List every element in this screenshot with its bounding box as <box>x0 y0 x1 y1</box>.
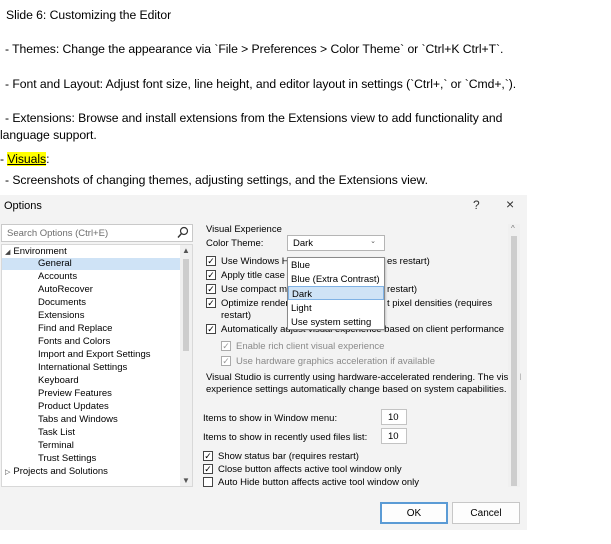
opt-title-case-label: Apply title case s <box>221 270 293 281</box>
opt-optimize-tail: t pixel densities (requires <box>387 298 493 309</box>
color-theme-select[interactable]: Dark ⌄ <box>287 235 385 251</box>
color-theme-dropdown: Blue Blue (Extra Contrast) Dark Light Us… <box>287 257 385 330</box>
tree-item-trust-settings[interactable]: Trust Settings <box>2 453 96 465</box>
chevron-down-icon: ⌄ <box>370 238 376 245</box>
cancel-button[interactable]: Cancel <box>452 502 520 524</box>
help-button[interactable]: ? <box>473 198 480 212</box>
scroll-down-icon[interactable]: ▼ <box>182 476 190 485</box>
tree-item-product-updates[interactable]: Product Updates <box>2 401 109 413</box>
tree-scroll-thumb[interactable] <box>183 259 189 351</box>
visuals-heading: - Visuals: <box>0 152 49 166</box>
info-line1: Visual Studio is currently using hardwar… <box>206 372 521 383</box>
opt-optimize-line2: restart) <box>221 310 252 321</box>
search-placeholder: Search Options (Ctrl+E) <box>7 228 109 239</box>
expand-triangle-icon: ◢ <box>5 249 11 256</box>
opt-close-button-label: Close button affects active tool window … <box>218 464 402 475</box>
settings-scrollbar[interactable]: ^ <box>508 224 520 487</box>
tree-item-environment[interactable]: ◢ Environment <box>2 246 67 258</box>
checkbox-auto-adjust[interactable]: ✓ <box>206 324 216 334</box>
checkbox-rich-client[interactable]: ✓ <box>221 341 231 351</box>
checkbox-auto-hide[interactable] <box>203 477 213 487</box>
tree-item-accounts[interactable]: Accounts <box>2 271 77 283</box>
opt-optimize-label: Optimize renderi <box>221 298 291 309</box>
opt-status-bar-label: Show status bar (requires restart) <box>218 451 359 462</box>
opt-compact-tail: restart) <box>387 284 418 295</box>
opt-auto-hide-label: Auto Hide button affects active tool win… <box>218 477 420 487</box>
tree-scrollbar[interactable]: ▲ ▼ <box>180 245 192 486</box>
checkbox-windows-high-contrast[interactable]: ✓ <box>206 256 216 266</box>
tree-item-import-export[interactable]: Import and Export Settings <box>2 349 150 361</box>
bullet-font-layout: - Font and Layout: Adjust font size, lin… <box>5 77 517 91</box>
checkbox-title-case[interactable]: ✓ <box>206 270 216 280</box>
tree-item-international[interactable]: International Settings <box>2 362 127 374</box>
theme-option-blue-extra-contrast[interactable]: Blue (Extra Contrast) <box>288 272 384 286</box>
options-dialog: Options ? × Search Options (Ctrl+E) ◢ Env… <box>0 195 527 530</box>
theme-option-light[interactable]: Light <box>288 301 384 315</box>
tree-item-task-list[interactable]: Task List <box>2 427 75 439</box>
ok-button[interactable]: OK <box>380 502 448 524</box>
search-options-input[interactable]: Search Options (Ctrl+E) <box>1 224 193 242</box>
tree-item-tabs-windows[interactable]: Tabs and Windows <box>2 414 118 426</box>
settings-scroll-thumb[interactable] <box>511 236 517 486</box>
opt-compact-label: Use compact me <box>221 284 293 295</box>
close-icon[interactable]: × <box>506 196 514 212</box>
tree-item-keyboard[interactable]: Keyboard <box>2 375 79 387</box>
scroll-up-icon[interactable]: ^ <box>511 224 515 233</box>
bullet-themes: - Themes: Change the appearance via `Fil… <box>5 42 504 56</box>
checkbox-close-button[interactable]: ✓ <box>203 464 213 474</box>
search-icon <box>177 226 189 242</box>
theme-option-system[interactable]: Use system setting <box>288 315 384 329</box>
dialog-title: Options <box>4 200 42 212</box>
tree-item-terminal[interactable]: Terminal <box>2 440 74 452</box>
color-theme-label: Color Theme: <box>206 238 264 249</box>
opt-windows-label: Use Windows Hig <box>221 256 296 267</box>
dialog-titlebar: Options ? × <box>0 195 527 217</box>
opt-hw-label: Use hardware graphics acceleration if av… <box>236 356 436 367</box>
tree-item-autorecover[interactable]: AutoRecover <box>2 284 93 296</box>
theme-option-dark[interactable]: Dark <box>288 286 384 300</box>
tree-item-documents[interactable]: Documents <box>2 297 86 309</box>
tree-item-general[interactable]: General <box>2 258 180 270</box>
tree-item-preview-features[interactable]: Preview Features <box>2 388 112 400</box>
visuals-highlight: Visuals <box>7 152 47 166</box>
bullet-extensions-line2: language support. <box>0 128 97 142</box>
visuals-suffix: : <box>46 152 50 166</box>
checkbox-status-bar[interactable]: ✓ <box>203 451 213 461</box>
tree-item-extensions[interactable]: Extensions <box>2 310 84 322</box>
checkbox-hardware-accel[interactable]: ✓ <box>221 356 231 366</box>
scroll-up-icon[interactable]: ▲ <box>182 246 190 255</box>
color-theme-value: Dark <box>293 238 314 249</box>
bullet-extensions-line1: - Extensions: Browse and install extensi… <box>5 111 503 125</box>
tree-item-fonts-colors[interactable]: Fonts and Colors <box>2 336 110 348</box>
slide-title: Slide 6: Customizing the Editor <box>6 8 172 22</box>
checkbox-compact-menu[interactable]: ✓ <box>206 284 216 294</box>
window-menu-label: Items to show in Window menu: <box>203 413 338 424</box>
opt-rich-label: Enable rich client visual experience <box>236 341 385 352</box>
recent-files-input[interactable]: 10 <box>381 428 407 444</box>
tree-item-projects-solutions[interactable]: ▷ Projects and Solutions <box>2 466 108 478</box>
info-line2: experience settings automatically change… <box>206 384 507 395</box>
options-tree: ◢ Environment General Accounts AutoRecove… <box>1 244 193 487</box>
bullet-screenshots: - Screenshots of changing themes, adjust… <box>5 173 428 187</box>
recent-files-label: Items to show in recently used files lis… <box>203 432 368 443</box>
theme-option-blue[interactable]: Blue <box>288 258 384 272</box>
opt-windows-tail: es restart) <box>387 256 430 267</box>
checkbox-optimize-rendering[interactable]: ✓ <box>206 298 216 308</box>
window-menu-input[interactable]: 10 <box>381 409 407 425</box>
tree-item-find-replace[interactable]: Find and Replace <box>2 323 112 335</box>
section-title: Visual Experience <box>206 224 282 235</box>
collapsed-triangle-icon: ▷ <box>5 469 11 476</box>
